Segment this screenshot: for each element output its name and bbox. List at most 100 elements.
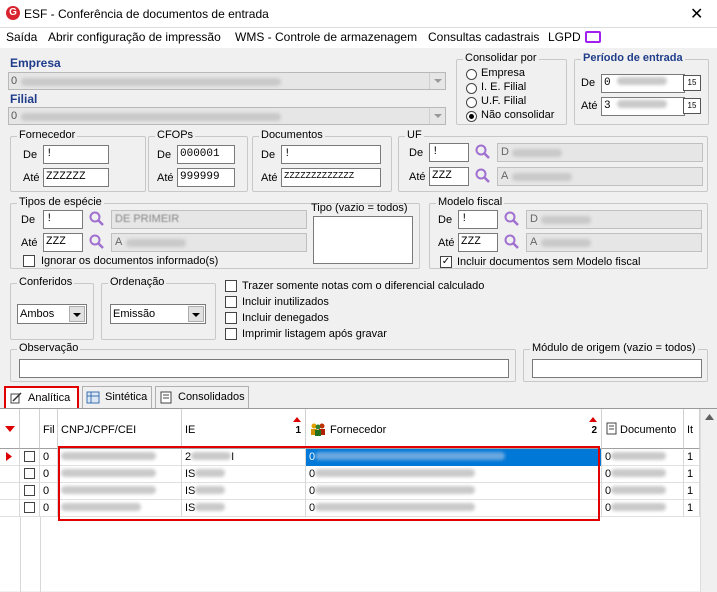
radio-empresa[interactable] [466, 69, 477, 80]
search-icon[interactable] [504, 211, 520, 227]
conferidos-group: Conferidos Ambos [10, 276, 94, 340]
observacao-input[interactable] [19, 359, 509, 378]
radio-empresa-label: Empresa [481, 67, 526, 79]
col-fornecedor[interactable]: Fornecedor 2 [306, 409, 602, 449]
uf-de-input[interactable]: ! [429, 143, 469, 162]
sort-down-icon[interactable] [5, 426, 15, 432]
uf-ate-desc: A [497, 167, 703, 186]
chevron-down-icon[interactable] [429, 108, 445, 124]
radio-uf-filial[interactable] [466, 97, 477, 108]
search-icon[interactable] [89, 234, 105, 250]
row-checkbox[interactable] [20, 483, 40, 500]
observacao-title: Observação [17, 342, 81, 354]
cell-fil: 0 [40, 466, 58, 483]
tab-analitica-label: Analítica [28, 392, 71, 404]
chevron-down-icon[interactable] [69, 306, 85, 322]
documentos-group: Documentos De ! Até ZZZZZZZZZZZZZ [252, 129, 392, 192]
search-icon[interactable] [475, 144, 491, 160]
uf-de-desc: D [497, 143, 703, 162]
radio-uf-filial-label: U.F. Filial [481, 95, 527, 107]
menu-saida[interactable]: Saída [6, 30, 37, 44]
especie-de-input[interactable]: ! [43, 210, 83, 229]
cfops-ate-input[interactable]: 999999 [177, 168, 235, 187]
tab-sintetica[interactable]: Sintética [82, 386, 152, 408]
cell-it: 1 [684, 500, 700, 517]
especie-ate-label: Até [21, 237, 38, 249]
col-cnpj[interactable]: CNPJ/CPF/CEI [58, 409, 182, 449]
highlight-box [58, 446, 600, 521]
tab-consolidados-label: Consolidados [178, 391, 245, 403]
chevron-down-icon[interactable] [429, 73, 445, 89]
denegados-checkbox[interactable] [225, 312, 237, 324]
search-icon[interactable] [475, 168, 491, 184]
menu-abrir-config[interactable]: Abrir configuração de impressão [48, 30, 221, 44]
cell-it: 1 [684, 449, 700, 466]
grid-scrollbar[interactable] [700, 409, 717, 592]
periodo-de-input[interactable]: 0 [601, 74, 685, 93]
title-bar: G ESF - Conferência de documentos de ent… [0, 0, 717, 28]
window-title: ESF - Conferência de documentos de entra… [24, 7, 269, 21]
menu-lgpd[interactable]: LGPD [548, 30, 581, 44]
search-icon[interactable] [504, 234, 520, 250]
especie-ate-input[interactable]: ZZZ [43, 233, 83, 252]
empresa-select[interactable]: 0 [8, 72, 446, 90]
imprimir-checkbox[interactable] [225, 328, 237, 340]
chevron-down-icon[interactable] [188, 306, 204, 322]
close-icon[interactable]: ✕ [690, 4, 703, 24]
inutilizados-checkbox[interactable] [225, 296, 237, 308]
cell-fil: 0 [40, 449, 58, 466]
documentos-de-input[interactable]: ! [281, 145, 381, 164]
filial-select[interactable]: 0 [8, 107, 446, 125]
uf-de-label: De [409, 147, 424, 159]
especie-de-desc: DE PRIMEIR [111, 210, 307, 229]
menu-consultas[interactable]: Consultas cadastrais [428, 30, 539, 44]
diferencial-checkbox[interactable] [225, 280, 237, 292]
tab-consolidados[interactable]: Consolidados [155, 386, 249, 408]
menu-bar: Saída Abrir configuração de impressão WM… [0, 28, 717, 48]
col-it[interactable]: It [684, 409, 700, 449]
modulo-group: Módulo de origem (vazio = todos) [523, 342, 708, 382]
cell-fil: 0 [40, 500, 58, 517]
ignorar-checkbox[interactable] [23, 255, 35, 267]
uf-ate-input[interactable]: ZZZ [429, 167, 469, 186]
col-fil[interactable]: Fil [40, 409, 58, 449]
row-checkbox[interactable] [20, 466, 40, 483]
modulo-input[interactable] [532, 359, 702, 378]
col-ie[interactable]: IE 1 [182, 409, 306, 449]
ordenacao-select[interactable]: Emissão [110, 304, 206, 324]
tab-analitica[interactable]: Analítica [4, 386, 79, 408]
modelo-ate-desc: A [526, 233, 702, 252]
filial-label: Filial [10, 92, 38, 106]
incluir-modelo-checkbox[interactable]: ✓ [440, 256, 452, 268]
people-icon [311, 423, 325, 436]
cell-fil: 0 [40, 483, 58, 500]
calendar-icon[interactable]: 15 [683, 98, 701, 114]
row-checkbox[interactable] [20, 500, 40, 517]
modelo-ate-input[interactable]: ZZZ [458, 233, 498, 252]
cfops-de-input[interactable]: 000001 [177, 145, 235, 164]
menu-wms[interactable]: WMS - Controle de armazenagem [235, 30, 417, 44]
chat-icon[interactable] [585, 31, 601, 43]
sort-marker-1: 1 [295, 425, 301, 436]
conferidos-select[interactable]: Ambos [17, 304, 87, 324]
app-logo-icon: G [6, 6, 20, 20]
search-icon[interactable] [89, 211, 105, 227]
periodo-group: Período de entrada De 0 15 Até 3 15 [574, 52, 709, 125]
tipo-list[interactable] [313, 216, 413, 264]
col-documento[interactable]: Documento [602, 409, 684, 449]
fornecedor-ate-input[interactable]: ZZZZZZ [43, 168, 109, 187]
scroll-up-icon[interactable] [705, 414, 714, 420]
empresa-label: Empresa [10, 56, 61, 70]
row-indicator [0, 500, 20, 517]
fornecedor-de-input[interactable]: ! [43, 145, 109, 164]
radio-nao-consolidar[interactable] [466, 111, 477, 122]
modelo-ate-label: Até [438, 237, 455, 249]
modelo-de-input[interactable]: ! [458, 210, 498, 229]
row-checkbox[interactable] [20, 449, 40, 466]
imprimir-label: Imprimir listagem após gravar [242, 328, 387, 340]
periodo-ate-label: Até [581, 100, 598, 112]
calendar-icon[interactable]: 15 [683, 75, 701, 91]
radio-ie-filial[interactable] [466, 83, 477, 94]
periodo-ate-input[interactable]: 3 [601, 97, 685, 116]
documentos-ate-input[interactable]: ZZZZZZZZZZZZZ [281, 168, 381, 187]
